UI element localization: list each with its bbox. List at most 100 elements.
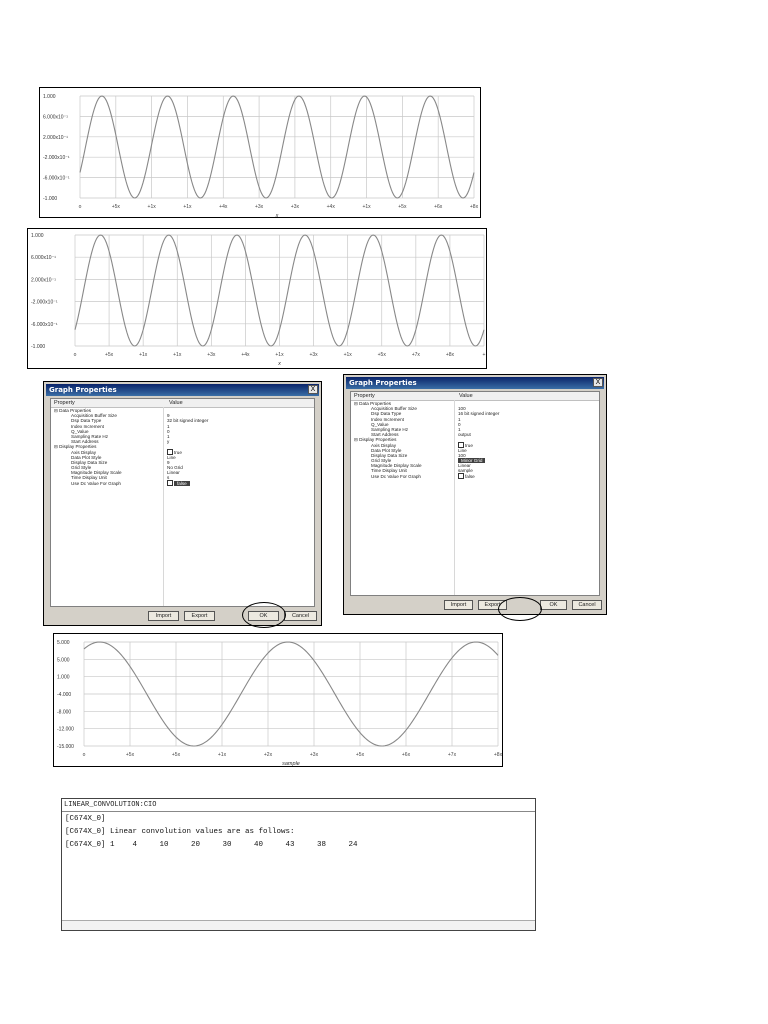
x-tick-label: +3x xyxy=(207,352,216,358)
console-line-3: [C674X_0] 1 4 10 20 30 40 43 38 24 xyxy=(65,841,358,849)
x-tick-label: +3x xyxy=(255,204,264,210)
x-tick-label: +5x xyxy=(112,204,121,210)
y-tick-label: -8.000 xyxy=(57,709,71,715)
checkbox-icon[interactable] xyxy=(167,480,173,487)
x-tick-label: +7x xyxy=(412,352,421,358)
x-tick-label: +2x xyxy=(264,752,273,758)
x-axis-label: sample xyxy=(282,761,300,767)
y-tick-label: -2.000x10⁻¹ xyxy=(43,155,70,161)
x-tick-label: +5x xyxy=(398,204,407,210)
y-tick-label: 5.000 xyxy=(57,640,70,646)
x-tick-label: +1x xyxy=(218,752,227,758)
property-value[interactable]: false xyxy=(458,473,475,480)
property-rows: ⊟ Data Properties Acquisition Buffer Size… xyxy=(351,401,599,480)
property-value[interactable]: false xyxy=(167,480,190,487)
y-tick-label: -12.000 xyxy=(57,727,74,733)
y-tick-label: 6.000x10⁻¹ xyxy=(43,114,68,120)
sine-plot-2-svg: o +5x +1x +1x +3x +4x +1x +3x +1x +5x +7x +8x +1.000… xyxy=(31,233,486,367)
y-tick-label: -1.000 xyxy=(31,344,45,350)
x-tick-label: +3x xyxy=(309,352,318,358)
y-tick-label: 1.000 xyxy=(31,233,44,239)
x-tick-label: +1x xyxy=(173,352,182,358)
x-tick-label: +6x xyxy=(402,752,411,758)
property-grid-header: Property Value xyxy=(351,392,599,401)
x-tick-label: o xyxy=(83,752,86,758)
x-axis-label: x xyxy=(277,361,281,367)
x-tick-label: +1x xyxy=(139,352,148,358)
graph-properties-dialog-left: Graph Properties X Property Value ⊟ Data… xyxy=(43,381,322,628)
sine-plot-1-svg: o +5x +1x +1x +4x +3x +3x +4x +1x +5x +6x +8x 1.000 6… xyxy=(43,94,479,219)
property-row[interactable]: Use Dc Value For Graph false xyxy=(51,480,314,487)
sine-plot-2: o +5x +1x +1x +3x +4x +1x +3x +1x +5x +7x +8x +1.000… xyxy=(27,228,487,369)
property-value-text: false xyxy=(174,480,190,486)
property-name: Use Dc Value For Graph xyxy=(371,473,421,479)
dialog-title: Graph Properties xyxy=(346,377,604,389)
x-tick-label: +1x xyxy=(344,352,353,358)
property-grid: Property Value ⊟ Data Properties Acquisit… xyxy=(350,391,600,596)
close-icon[interactable]: X xyxy=(308,385,318,394)
x-tick-label: +8x xyxy=(494,752,503,758)
x-tick-label: +5x xyxy=(172,752,181,758)
y-tick-label: -1.000 xyxy=(43,196,57,202)
graph-properties-dialog-right: Graph Properties X Property Value ⊟ Data… xyxy=(343,374,607,621)
property-row[interactable]: Use Dc Value For Graph false xyxy=(351,473,599,480)
x-tick-label: +8x xyxy=(470,204,479,210)
sine-plot-3: o +5x +5x +1x +2x +3x +5x +6x +7x +8x 5.000 5.000 1.… xyxy=(53,633,503,767)
import-button[interactable]: Import xyxy=(148,611,179,621)
y-tick-label: -15.000 xyxy=(57,744,74,750)
sine-plot-3-svg: o +5x +5x +1x +2x +3x +5x +6x +7x +8x 5.000 5.000 1.… xyxy=(57,640,503,767)
x-tick-label: +1x xyxy=(275,352,284,358)
y-tick-label: 5.000 xyxy=(57,657,70,663)
checkbox-icon[interactable] xyxy=(458,473,464,480)
x-tick-label: +4x xyxy=(219,204,228,210)
y-tick-label: -6.000x10⁻¹ xyxy=(43,176,70,182)
console-horizontal-scrollbar[interactable] xyxy=(62,920,535,930)
property-grid-header: Property Value xyxy=(51,399,314,408)
x-tick-label: +3x xyxy=(291,204,300,210)
x-tick-label: +5x xyxy=(126,752,135,758)
close-icon[interactable]: X xyxy=(593,378,603,387)
dialog-title: Graph Properties xyxy=(46,384,319,396)
value-column-header: Value xyxy=(459,393,473,399)
x-tick-label: +4x xyxy=(327,204,336,210)
console-line-2: [C674X_0] Linear convolution values are … xyxy=(65,828,295,836)
import-button[interactable]: Import xyxy=(444,600,473,610)
cancel-button[interactable]: Cancel xyxy=(572,600,602,610)
y-tick-label: 6.000x10⁻¹ xyxy=(31,255,56,261)
x-axis-label: x xyxy=(275,213,279,219)
y-tick-label: 2.000x10⁻¹ xyxy=(31,277,56,283)
x-tick-label: +1x xyxy=(148,204,157,210)
y-tick-label: -4.000 xyxy=(57,692,71,698)
ok-button[interactable]: OK xyxy=(540,600,567,610)
x-tick-label: +6x xyxy=(434,204,443,210)
property-column-header: Property xyxy=(54,400,75,406)
x-tick-label: + xyxy=(483,352,486,358)
x-tick-label: +5x xyxy=(356,752,365,758)
console-title: LINEAR_CONVOLUTION:CIO xyxy=(62,799,535,812)
value-column-header: Value xyxy=(169,400,183,406)
console-line-1: [C674X_0] xyxy=(65,815,106,823)
y-tick-label: 1.000 xyxy=(57,675,70,681)
export-button[interactable]: Export xyxy=(184,611,215,621)
x-tick-label: +1x xyxy=(362,204,371,210)
property-value-text: false xyxy=(465,473,475,479)
console-window: LINEAR_CONVOLUTION:CIO [C674X_0] [C674X_… xyxy=(61,798,536,931)
x-tick-label: o xyxy=(74,352,77,358)
property-rows: ⊟ Data Properties Acquisition Buffer Size… xyxy=(51,408,314,487)
x-tick-label: +4x xyxy=(241,352,250,358)
x-tick-label: o xyxy=(79,204,82,210)
x-tick-label: +7x xyxy=(448,752,457,758)
series-line xyxy=(79,95,475,199)
x-tick-label: +5x xyxy=(105,352,114,358)
property-column-header: Property xyxy=(354,393,375,399)
property-grid: Property Value ⊟ Data Properties Acquisit… xyxy=(50,398,315,607)
cancel-button[interactable]: Cancel xyxy=(284,611,317,621)
x-tick-label: +1x xyxy=(183,204,192,210)
y-tick-label: -2.000x10⁻¹ xyxy=(31,300,58,306)
export-highlight-circle xyxy=(498,597,542,621)
x-tick-label: +3x xyxy=(310,752,319,758)
y-tick-label: 2.000x10⁻¹ xyxy=(43,135,68,141)
y-tick-label: 1.000 xyxy=(43,94,56,100)
property-name: Use Dc Value For Graph xyxy=(71,480,121,486)
x-tick-label: +8x xyxy=(446,352,455,358)
